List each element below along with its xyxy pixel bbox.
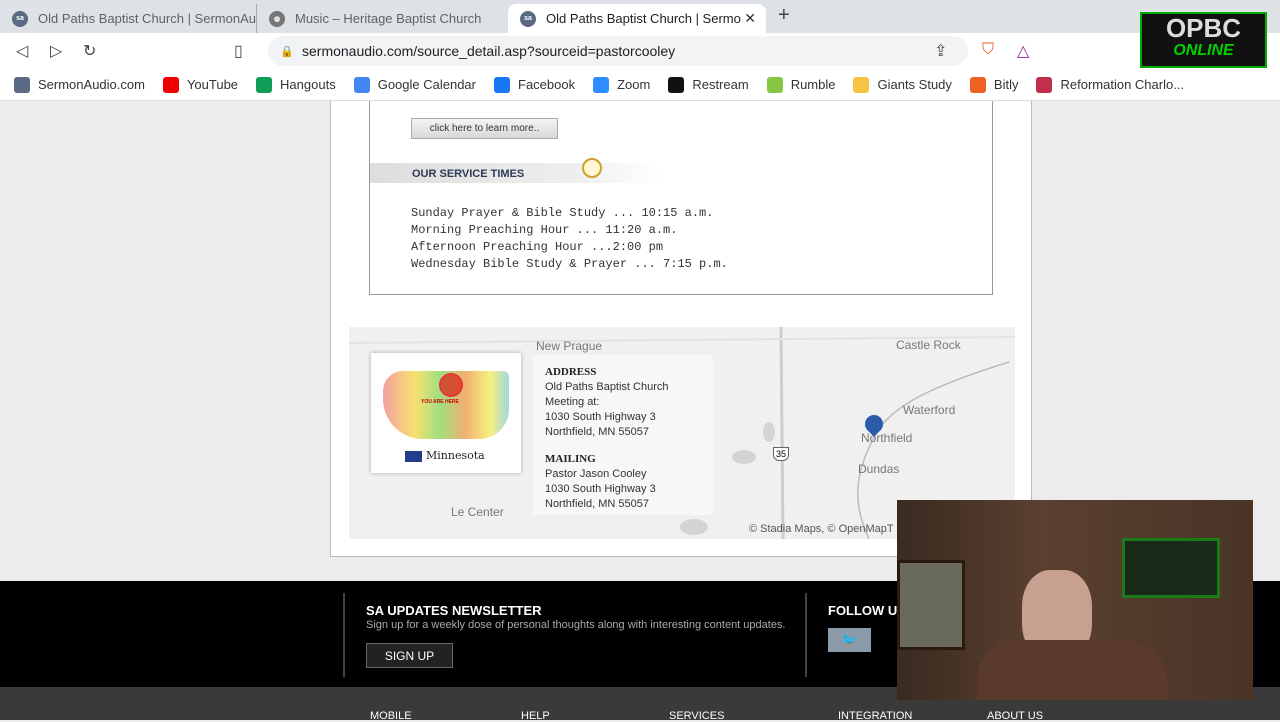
tab-1[interactable]: sa Old Paths Baptist Church | SermonAu xyxy=(0,4,256,33)
opbc-logo: OPBC ONLINE xyxy=(1140,12,1267,68)
bookmark-favicon-icon xyxy=(494,76,510,93)
bookmark-item[interactable]: Restream xyxy=(668,76,749,93)
bookmark-item[interactable]: Google Calendar xyxy=(353,76,476,93)
brave-shield-icon[interactable]: ⛉ xyxy=(982,41,994,59)
church-info-box: click here to learn more.. OUR SERVICE T… xyxy=(369,101,993,295)
bookmark-item[interactable]: Giants Study xyxy=(853,76,952,93)
interstate-shield: 35 xyxy=(773,447,790,461)
footer-link-mobile[interactable]: MOBILE xyxy=(370,710,412,722)
new-tab-button[interactable]: + xyxy=(778,4,790,27)
address-bar[interactable]: 🔒 sermonaudio.com/source_detail.asp?sourc… xyxy=(268,36,968,66)
clock-icon xyxy=(582,158,602,178)
footer-link-help[interactable]: HELP xyxy=(521,710,550,722)
bookmark-favicon-icon xyxy=(593,76,610,93)
minnesota-flag-icon xyxy=(405,450,422,462)
footer-link-about[interactable]: ABOUT US xyxy=(987,710,1043,722)
globe-icon: ◍ xyxy=(269,10,285,27)
reload-icon[interactable]: ↻ xyxy=(83,41,96,61)
bookmarks-bar: SermonAudio.com YouTube Hangouts Google Cal… xyxy=(0,69,1280,101)
forward-icon[interactable]: ▷ xyxy=(50,41,62,61)
follow-us-heading: FOLLOW U xyxy=(828,603,898,618)
bookmark-icon[interactable]: ▯ xyxy=(234,41,243,61)
sign-up-button[interactable]: SIGN UP xyxy=(366,643,453,668)
service-times-heading: OUR SERVICE TIMES xyxy=(370,163,660,183)
bookmark-favicon-icon xyxy=(14,76,30,93)
bookmark-item[interactable]: Bitly xyxy=(969,76,1018,93)
bookmark-favicon-icon xyxy=(1036,76,1053,93)
service-time-1: Sunday Prayer & Bible Study ... 10:15 a.… xyxy=(411,205,831,222)
footer-link-services[interactable]: SERVICES xyxy=(669,710,724,722)
bookmark-favicon-icon xyxy=(969,76,986,93)
page-content: click here to learn more.. OUR SERVICE T… xyxy=(330,101,1032,557)
share-icon[interactable]: ⇪ xyxy=(934,41,947,61)
lock-icon: 🔒 xyxy=(280,45,294,58)
newsletter-text: Sign up for a weekly dose of personal th… xyxy=(366,619,786,631)
opbc-sign xyxy=(1122,538,1220,598)
sermonaudio-favicon: sa xyxy=(520,10,536,27)
newsletter-title: SA UPDATES NEWSLETTER xyxy=(366,603,542,618)
bookmark-favicon-icon xyxy=(766,76,783,93)
tab-3-active[interactable]: sa Old Paths Baptist Church | Sermo ✕ xyxy=(508,4,766,33)
bookmark-item[interactable]: Zoom xyxy=(593,76,650,93)
bookmark-favicon-icon xyxy=(256,76,273,93)
tab-strip: sa Old Paths Baptist Church | SermonAu ◍ M… xyxy=(0,0,1280,33)
webcam-overlay xyxy=(897,500,1253,700)
you-are-here-card: YOU ARE HERE Minnesota xyxy=(371,353,521,473)
bookmark-favicon-icon xyxy=(853,76,870,93)
footer-link-integration[interactable]: INTEGRATION xyxy=(838,710,912,722)
bookmark-item[interactable]: YouTube xyxy=(162,76,238,93)
service-time-2: Morning Preaching Hour ... 11:20 a.m. xyxy=(411,222,831,239)
sermonaudio-favicon: sa xyxy=(12,10,28,27)
brave-rewards-icon[interactable]: △ xyxy=(1017,41,1029,61)
bookmark-item[interactable]: Hangouts xyxy=(256,76,336,93)
address-block: ADDRESS Old Paths Baptist Church Meeting … xyxy=(533,355,713,515)
close-tab-icon[interactable]: ✕ xyxy=(744,10,756,27)
minnesota-highlight xyxy=(439,373,463,397)
bookmark-item[interactable]: Facebook xyxy=(494,76,575,93)
learn-more-button[interactable]: click here to learn more.. xyxy=(411,118,558,139)
tab-2[interactable]: ◍ Music – Heritage Baptist Church xyxy=(256,4,510,33)
bookmark-item[interactable]: Rumble xyxy=(766,76,835,93)
bookmark-item[interactable]: SermonAudio.com xyxy=(14,76,145,93)
bookmark-item[interactable]: Reformation Charlo... xyxy=(1036,76,1184,93)
back-icon[interactable]: ◁ xyxy=(16,41,28,61)
bookmark-favicon-icon xyxy=(668,76,685,93)
bookmark-favicon-icon xyxy=(162,76,179,93)
bookmark-favicon-icon xyxy=(353,76,370,93)
service-time-4: Wednesday Bible Study & Prayer ... 7:15 … xyxy=(411,256,831,273)
service-time-3: Afternoon Preaching Hour ...2:00 pm xyxy=(411,239,831,256)
twitter-button[interactable]: 🐦 xyxy=(828,628,871,652)
toolbar: ◁ ▷ ↻ ▯ 🔒 sermonaudio.com/source_detail.a… xyxy=(0,33,1280,69)
framed-picture xyxy=(897,560,965,650)
